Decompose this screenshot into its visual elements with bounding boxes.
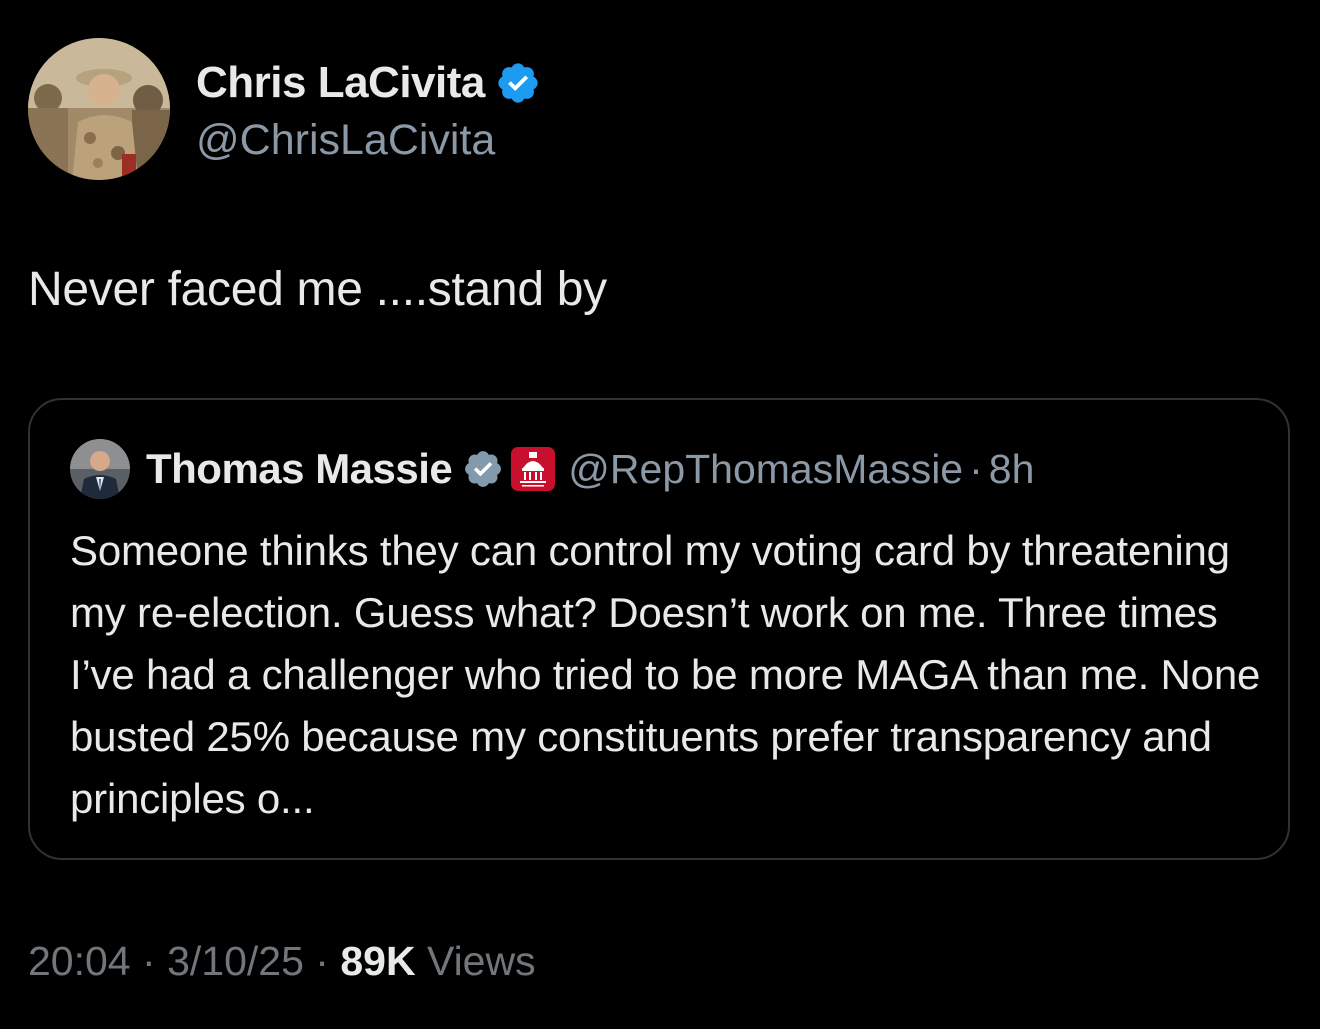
- meta-separator: ·: [315, 938, 329, 984]
- house-gop-badge-icon[interactable]: [508, 444, 558, 494]
- author-names: Chris LaCivita @ChrisLaCivita: [196, 54, 541, 165]
- author-avatar[interactable]: [28, 38, 170, 180]
- tweet-date[interactable]: 3/10/25: [167, 938, 304, 984]
- quoted-tweet-text: Someone thinks they can control my votin…: [70, 527, 1261, 822]
- display-name-row: Chris LaCivita: [196, 54, 541, 112]
- tweet-body-text: Never faced me ....stand by: [28, 263, 607, 316]
- views-count[interactable]: 89K: [340, 938, 415, 984]
- quoted-tweet-card[interactable]: Thomas Massie @RepThomasMassie · 8h Some…: [28, 398, 1290, 860]
- quoted-author-handle[interactable]: @RepThomasMassie: [568, 446, 963, 493]
- views-label[interactable]: Views: [427, 938, 536, 984]
- tweet-author-header: Chris LaCivita @ChrisLaCivita: [28, 38, 541, 180]
- author-handle[interactable]: @ChrisLaCivita: [196, 116, 541, 165]
- tweet-meta: 20:04 · 3/10/25 · 89K Views: [28, 938, 536, 985]
- quoted-tweet-header: Thomas Massie @RepThomasMassie · 8h: [70, 438, 1034, 500]
- verified-badge-icon[interactable]: [495, 60, 541, 106]
- meta-separator: ·: [142, 938, 156, 984]
- quoted-verified-badge-icon[interactable]: [462, 448, 504, 490]
- quoted-author-display-name[interactable]: Thomas Massie: [146, 445, 453, 493]
- quoted-tweet-time[interactable]: 8h: [989, 446, 1035, 493]
- quoted-author-avatar[interactable]: [70, 439, 130, 499]
- tweet-detail: Chris LaCivita @ChrisLaCivita Never face…: [0, 0, 1320, 1029]
- tweet-time[interactable]: 20:04: [28, 938, 131, 984]
- quoted-header-separator: ·: [969, 445, 983, 492]
- author-display-name[interactable]: Chris LaCivita: [196, 58, 485, 108]
